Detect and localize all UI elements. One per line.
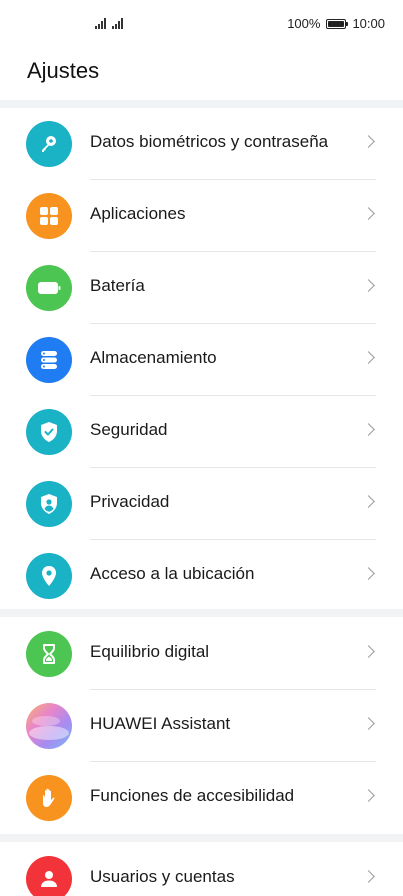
- battery-percent: 100%: [287, 16, 321, 31]
- battery-icon: [326, 18, 349, 29]
- privacy-shield-icon: [26, 481, 72, 527]
- settings-item-privacy[interactable]: Privacidad: [0, 468, 403, 540]
- settings-item-storage[interactable]: Almacenamiento: [0, 324, 403, 396]
- settings-item-label: Acceso a la ubicación: [90, 564, 255, 583]
- shield-check-icon: [26, 409, 72, 455]
- chevron-right-icon: [362, 423, 375, 436]
- settings-item-digital-balance[interactable]: Equilibrio digital: [0, 618, 403, 690]
- chevron-right-icon: [362, 207, 375, 220]
- settings-item-location[interactable]: Acceso a la ubicación: [0, 540, 403, 612]
- status-bar: 100% 10:00: [0, 0, 403, 48]
- settings-item-accessibility[interactable]: Funciones de accesibilidad: [0, 762, 403, 834]
- chevron-right-icon: [362, 567, 375, 580]
- hourglass-icon: [26, 631, 72, 677]
- huawei-assistant-icon: [26, 703, 72, 749]
- settings-item-label: Privacidad: [90, 492, 170, 511]
- settings-item-battery[interactable]: Batería: [0, 252, 403, 324]
- settings-item-label: Aplicaciones: [90, 204, 186, 223]
- chevron-right-icon: [362, 645, 375, 658]
- settings-item-apps[interactable]: Aplicaciones: [0, 180, 403, 252]
- chevron-right-icon: [362, 135, 375, 148]
- hand-icon: [26, 775, 72, 821]
- settings-group-1: Datos biométricos y contraseña Aplicacio…: [0, 108, 403, 612]
- chevron-right-icon: [362, 717, 375, 730]
- settings-item-label: Batería: [90, 276, 145, 295]
- settings-item-label: Usuarios y cuentas: [90, 867, 235, 886]
- settings-group-3: Usuarios y cuentas: [0, 843, 403, 896]
- settings-item-users-accounts[interactable]: Usuarios y cuentas: [0, 843, 403, 896]
- settings-item-label: Funciones de accesibilidad: [90, 786, 295, 805]
- apps-grid-icon: [26, 193, 72, 239]
- page-title: Ajustes: [27, 58, 100, 83]
- signal-indicators: [95, 17, 123, 29]
- settings-item-huawei-assistant[interactable]: HUAWEI Assistant: [0, 690, 403, 762]
- settings-item-security[interactable]: Seguridad: [0, 396, 403, 468]
- chevron-right-icon: [362, 495, 375, 508]
- settings-item-biometrics[interactable]: Datos biométricos y contraseña: [0, 108, 403, 180]
- battery-icon: [26, 265, 72, 311]
- settings-item-label: HUAWEI Assistant: [90, 714, 231, 733]
- storage-icon: [26, 337, 72, 383]
- chevron-right-icon: [362, 870, 375, 883]
- settings-item-label: Equilibrio digital: [90, 642, 210, 661]
- settings-item-label: Seguridad: [90, 420, 168, 439]
- chevron-right-icon: [362, 789, 375, 802]
- chevron-right-icon: [362, 279, 375, 292]
- clock: 10:00: [352, 16, 385, 31]
- settings-group-2: Equilibrio digital HUAWEI Assistant Func…: [0, 618, 403, 834]
- key-icon: [26, 121, 72, 167]
- chevron-right-icon: [362, 351, 375, 364]
- section-divider: [0, 834, 403, 842]
- signal-icon: [112, 17, 123, 29]
- user-icon: [26, 856, 72, 896]
- signal-icon: [95, 17, 106, 29]
- location-pin-icon: [26, 553, 72, 599]
- section-divider: [0, 100, 403, 108]
- settings-item-label: Almacenamiento: [90, 348, 217, 367]
- settings-item-label: Datos biométricos y contraseña: [90, 132, 329, 151]
- section-divider: [0, 609, 403, 617]
